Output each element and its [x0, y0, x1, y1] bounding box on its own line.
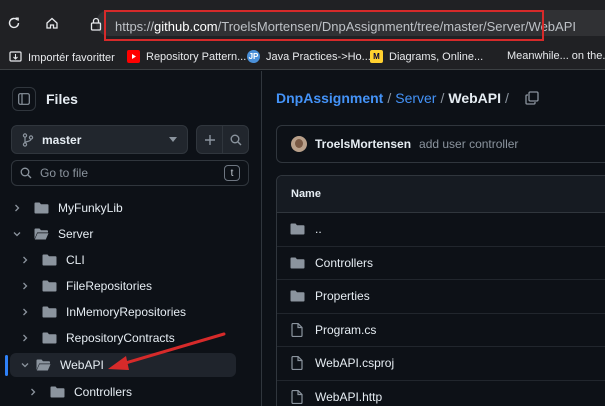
caret-down-icon	[169, 137, 177, 142]
keyboard-shortcut: t	[224, 165, 240, 181]
bookmark-meanwhile[interactable]: Meanwhile... on the...	[507, 50, 605, 62]
branch-selector[interactable]: master	[11, 125, 188, 154]
commit-message[interactable]: add user controller	[419, 137, 518, 151]
url-annotation-box	[104, 10, 544, 41]
file-name[interactable]: WebAPI.csproj	[315, 356, 394, 370]
chevron-right-icon[interactable]	[10, 201, 24, 215]
go-to-file-field[interactable]: t	[11, 160, 249, 186]
file-icon	[289, 389, 305, 405]
sidebar-icon	[18, 93, 30, 105]
tree-item-inmemoryrepositories[interactable]: InMemoryRepositories	[18, 300, 186, 324]
avatar[interactable]	[291, 136, 307, 152]
folder-icon	[42, 331, 58, 345]
search-button[interactable]	[222, 126, 248, 153]
add-file-button[interactable]	[197, 126, 222, 153]
home-icon[interactable]	[44, 15, 60, 31]
breadcrumb-current: WebAPI	[448, 90, 501, 106]
bookmark-repository-pattern[interactable]: Repository Pattern...	[127, 50, 246, 63]
folder-icon	[42, 253, 58, 267]
bookmark-diagrams[interactable]: M Diagrams, Online...	[370, 50, 483, 63]
table-row[interactable]: Properties	[277, 280, 605, 314]
plus-icon	[204, 134, 215, 145]
file-name[interactable]: Properties	[315, 289, 370, 303]
miro-icon: M	[370, 50, 383, 63]
table-header: Name	[277, 176, 605, 213]
bookmark-import[interactable]: Importér favoritter	[9, 50, 115, 66]
go-to-file-input[interactable]	[40, 166, 224, 180]
files-header: Files	[12, 85, 78, 113]
tree-actions	[196, 125, 249, 154]
table-row-parent[interactable]: ..	[277, 213, 605, 247]
tree-item-server[interactable]: Server	[10, 222, 93, 246]
folder-icon	[289, 221, 305, 237]
search-icon	[20, 167, 32, 179]
selected-indicator	[5, 355, 8, 376]
chevron-down-icon[interactable]	[18, 358, 32, 372]
commit-author[interactable]: TroelsMortensen	[315, 137, 411, 151]
branch-name: master	[42, 132, 82, 147]
chevron-down-icon[interactable]	[10, 227, 24, 241]
chevron-right-icon[interactable]	[26, 385, 40, 399]
tree-item-webapi[interactable]: WebAPI	[10, 353, 236, 377]
file-name[interactable]: WebAPI.http	[315, 390, 382, 404]
folder-open-icon	[34, 227, 50, 241]
directory-view: DnpAssignment / Server / WebAPI / Troels…	[263, 71, 605, 406]
branch-icon	[22, 132, 34, 147]
table-row[interactable]: Program.cs	[277, 314, 605, 347]
bookmarks-bar: Importér favoritter Repository Pattern..…	[0, 46, 605, 70]
folder-icon	[34, 201, 50, 215]
bookmark-java-practices[interactable]: JP Java Practices->Ho...	[247, 50, 371, 63]
tree-item-repositorycontracts[interactable]: RepositoryContracts	[18, 326, 175, 350]
browser-toolbar: https://github.com/TroelsMortensen/DnpAs…	[0, 0, 605, 46]
file-icon	[289, 355, 305, 371]
tree-item-filerepositories[interactable]: FileRepositories	[18, 274, 152, 298]
folder-open-icon	[36, 358, 52, 372]
chevron-right-icon[interactable]	[18, 305, 32, 319]
breadcrumb: DnpAssignment / Server / WebAPI /	[276, 90, 539, 106]
table-row[interactable]: WebAPI.http	[277, 381, 605, 406]
table-row[interactable]: WebAPI.csproj	[277, 347, 605, 381]
latest-commit: TroelsMortensen add user controller	[276, 125, 605, 163]
file-name[interactable]: ..	[315, 222, 322, 236]
files-title: Files	[46, 91, 78, 107]
tree-item-myfunkylib[interactable]: MyFunkyLib	[10, 196, 123, 220]
import-icon	[9, 50, 22, 66]
chevron-right-icon[interactable]	[18, 253, 32, 267]
collapse-sidebar-button[interactable]	[12, 87, 36, 111]
tree-item-controllers[interactable]: Controllers	[26, 380, 132, 404]
youtube-icon	[127, 50, 140, 63]
folder-icon	[289, 255, 305, 271]
search-icon	[230, 134, 241, 145]
chevron-right-icon[interactable]	[18, 279, 32, 293]
file-name[interactable]: Program.cs	[315, 323, 376, 337]
folder-icon	[42, 279, 58, 293]
folder-icon	[289, 288, 305, 304]
breadcrumb-server-link[interactable]: Server	[395, 90, 436, 106]
copy-path-icon[interactable]	[525, 91, 539, 105]
folder-icon	[50, 385, 66, 399]
file-table: Name .. Controllers Properties Program.c…	[276, 175, 605, 406]
lock-icon[interactable]	[90, 17, 102, 34]
breadcrumb-repo-link[interactable]: DnpAssignment	[276, 90, 383, 106]
folder-icon	[42, 305, 58, 319]
reload-icon[interactable]	[6, 15, 22, 31]
file-tree-panel: Files master t MyFunkyLib Server CLI	[0, 71, 262, 406]
table-row[interactable]: Controllers	[277, 247, 605, 280]
file-name[interactable]: Controllers	[315, 256, 373, 270]
file-icon	[289, 322, 305, 338]
jp-icon: JP	[247, 50, 260, 63]
tree-item-cli[interactable]: CLI	[18, 248, 85, 272]
chevron-right-icon[interactable]	[18, 331, 32, 345]
